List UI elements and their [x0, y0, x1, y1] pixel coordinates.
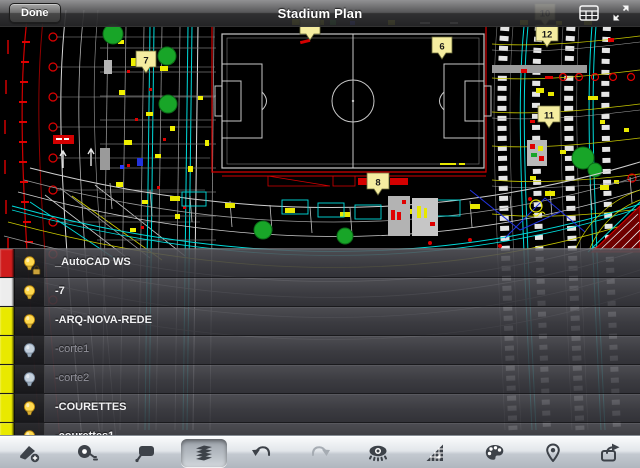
layers-icon [191, 442, 217, 464]
layer-row[interactable]: -COURETTES [0, 394, 640, 423]
palette-icon [482, 442, 508, 464]
lock-icon [32, 265, 41, 275]
autocad-ws-app: 10 7 6 8 11 12 [0, 0, 640, 468]
measure-tape-icon [74, 442, 100, 464]
visibility-eye-icon [365, 442, 391, 464]
layer-color-swatch [0, 336, 14, 364]
lightbulb-icon [21, 400, 38, 417]
location-button[interactable] [524, 436, 582, 468]
layer-visibility-toggle[interactable] [14, 307, 45, 335]
layer-visibility-toggle[interactable] [14, 249, 45, 277]
layer-visibility-toggle[interactable] [14, 394, 45, 422]
visibility-button[interactable] [349, 436, 407, 468]
lightbulb-icon [21, 371, 38, 388]
page-title: Stadium Plan [0, 6, 640, 21]
layer-name: -7 [45, 278, 640, 306]
done-button[interactable]: Done [9, 3, 61, 23]
svg-text:11: 11 [544, 111, 555, 122]
svg-text:7: 7 [143, 56, 148, 67]
layer-name: _AutoCAD WS [45, 249, 640, 277]
location-pin-icon [540, 442, 566, 464]
redo-icon [307, 442, 333, 464]
layer-name: -corte1 [45, 336, 640, 364]
svg-text:8: 8 [375, 178, 380, 189]
navigation-bar: Stadium Plan Done [0, 0, 640, 27]
layer-row[interactable]: _AutoCAD WS [0, 249, 640, 278]
comment-icon [132, 442, 158, 464]
measure-button[interactable] [58, 436, 116, 468]
comment-button[interactable] [116, 436, 174, 468]
fullscreen-expand-icon[interactable] [610, 3, 632, 23]
palette-button[interactable] [466, 436, 524, 468]
lightbulb-icon [21, 313, 38, 330]
layer-color-swatch [0, 307, 14, 335]
layer-color-swatch [0, 278, 14, 306]
layer-row[interactable]: -corte1 [0, 336, 640, 365]
layer-name: -COURETTES [45, 394, 640, 422]
layers-list: _AutoCAD WS -7 [0, 249, 640, 436]
layer-color-swatch [0, 249, 14, 277]
layer-color-swatch [0, 365, 14, 393]
layer-row[interactable]: -7 [0, 278, 640, 307]
draw-add-button[interactable] [0, 436, 58, 468]
bottom-toolbar [0, 435, 640, 468]
thumbnails-grid-icon[interactable] [578, 3, 600, 23]
layer-row[interactable]: -corte2 [0, 365, 640, 394]
share-button[interactable] [582, 436, 640, 468]
share-icon [598, 442, 624, 464]
draw-add-icon [16, 442, 42, 464]
layer-visibility-toggle[interactable] [14, 278, 45, 306]
lightbulb-icon [21, 284, 38, 301]
layer-name: -corte2 [45, 365, 640, 393]
layers-panel: _AutoCAD WS -7 [0, 248, 640, 436]
layer-row[interactable]: -ARQ-NOVA-REDE [0, 307, 640, 336]
undo-button[interactable] [233, 436, 291, 468]
undo-icon [249, 442, 275, 464]
layers-button[interactable] [175, 436, 233, 468]
precision-button[interactable] [407, 436, 465, 468]
layer-visibility-toggle[interactable] [14, 365, 45, 393]
layer-visibility-toggle[interactable] [14, 336, 45, 364]
layer-color-swatch [0, 394, 14, 422]
redo-button[interactable] [291, 436, 349, 468]
layer-name: -ARQ-NOVA-REDE [45, 307, 640, 335]
set-square-icon [423, 442, 449, 464]
svg-text:12: 12 [542, 30, 553, 41]
svg-text:6: 6 [439, 42, 444, 53]
lightbulb-icon [21, 342, 38, 359]
